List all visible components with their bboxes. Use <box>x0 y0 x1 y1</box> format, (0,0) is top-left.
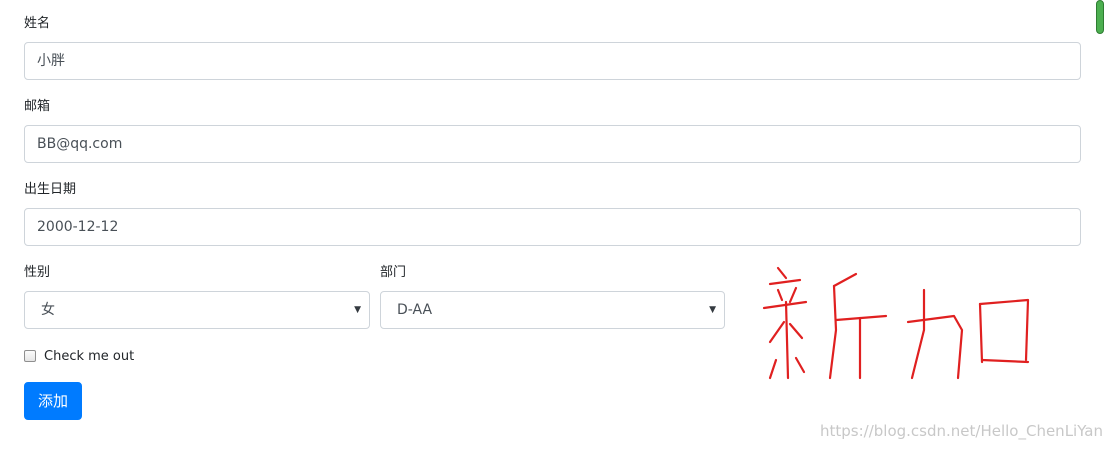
gender-label: 性别 <box>24 265 51 280</box>
gender-select[interactable]: 女 ▼ <box>24 291 370 329</box>
handwritten-annotation-xinjia <box>762 266 1030 380</box>
birth-date-input[interactable]: 2000-12-12 <box>24 208 1081 246</box>
name-label: 姓名 <box>24 16 51 31</box>
email-input[interactable]: BB@qq.com <box>24 125 1081 163</box>
chevron-down-icon: ▼ <box>709 305 716 315</box>
department-select[interactable]: D-AA ▼ <box>380 291 725 329</box>
add-button[interactable]: 添加 <box>24 382 82 420</box>
check-me-out-row[interactable]: Check me out <box>24 347 134 365</box>
check-me-out-checkbox[interactable] <box>24 350 36 362</box>
email-label: 邮箱 <box>24 99 51 114</box>
scrollbar-thumb[interactable] <box>1096 0 1104 34</box>
chevron-down-icon: ▼ <box>354 305 361 315</box>
gender-select-value: 女 <box>41 302 55 318</box>
check-me-out-label[interactable]: Check me out <box>44 349 134 364</box>
name-input[interactable]: 小胖 <box>24 42 1081 80</box>
birth-date-label: 出生日期 <box>24 182 77 197</box>
watermark: https://blog.csdn.net/Hello_ChenLiYan <box>820 422 1104 440</box>
department-select-value: D-AA <box>397 302 433 318</box>
form-page: 姓名 小胖 邮箱 BB@qq.com 出生日期 2000-12-12 性别 女 … <box>0 0 1104 450</box>
department-label: 部门 <box>380 265 407 280</box>
